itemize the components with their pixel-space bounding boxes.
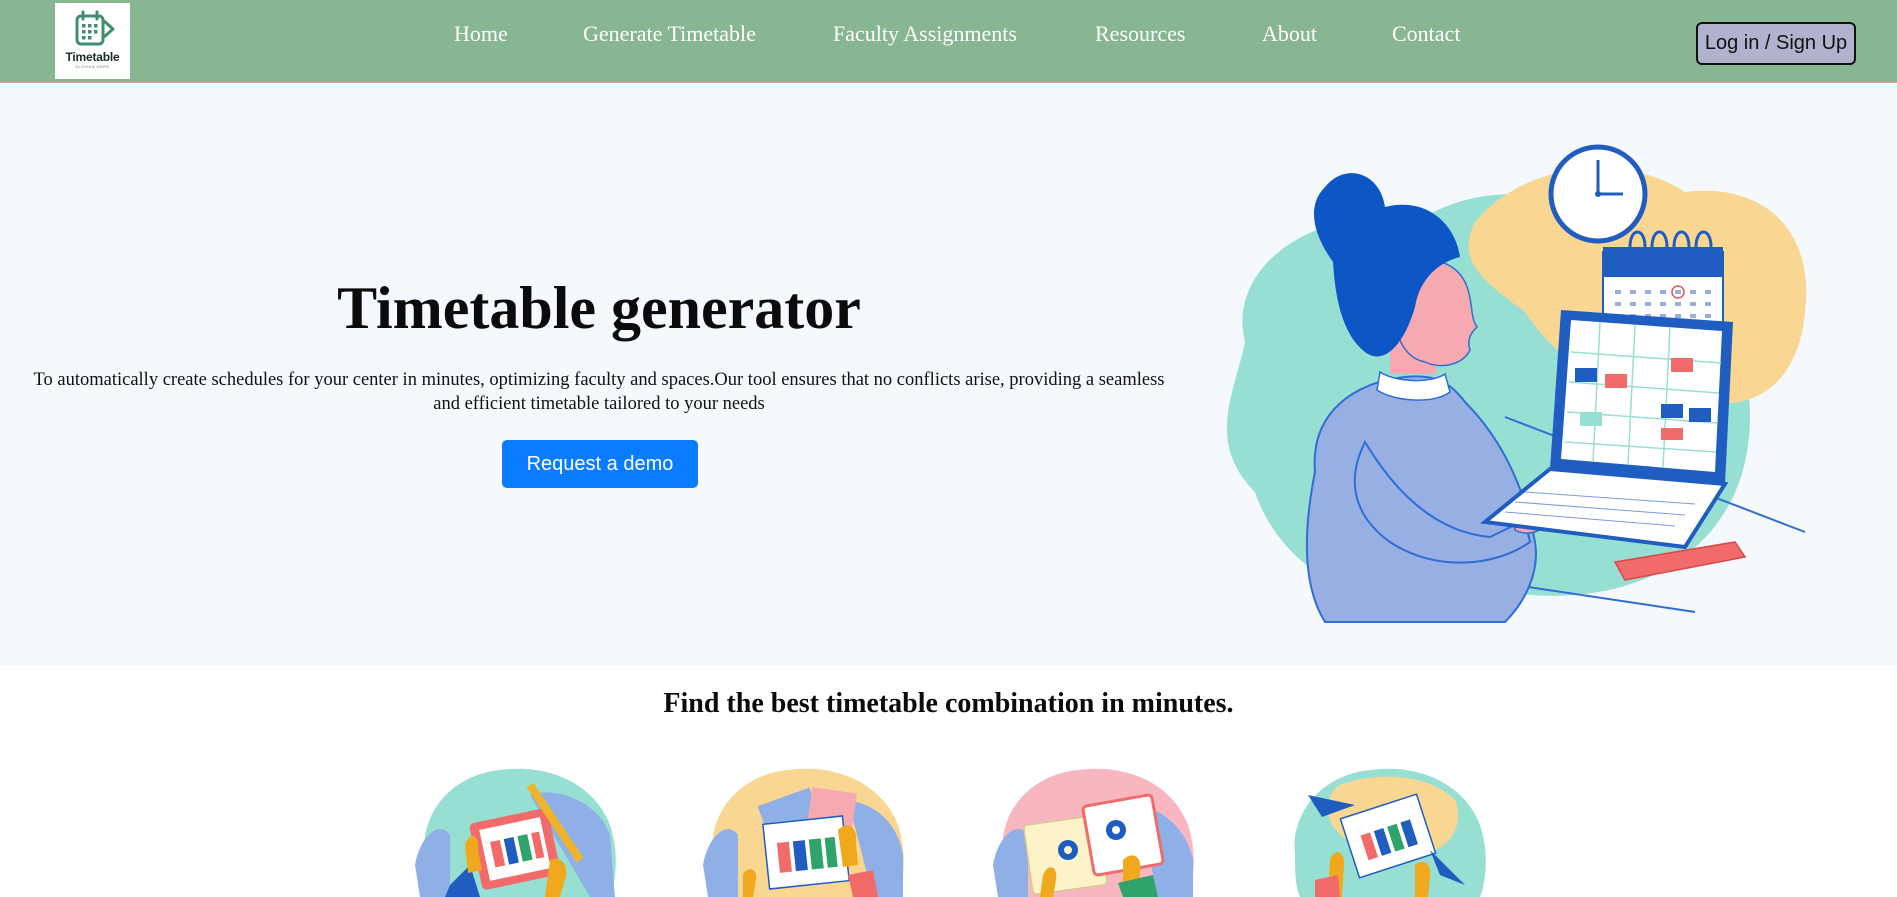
- brand-logo[interactable]: Timetable SLOGAN HERE: [55, 3, 130, 79]
- hero-description: To automatically create schedules for yo…: [33, 370, 1165, 414]
- settings-gears-illustration-icon: [993, 768, 1194, 897]
- login-signup-button[interactable]: Log in / Sign Up: [1696, 22, 1856, 65]
- person-at-laptop-illustration: [1226, 144, 1807, 623]
- features-title: Find the best timetable combination in m…: [663, 688, 1234, 719]
- documents-timetable-illustration-icon: [703, 768, 904, 897]
- nav-link-contact[interactable]: Contact: [1392, 21, 1460, 47]
- feature-paper-plane-timetable: [1280, 765, 1490, 897]
- nav-link-about[interactable]: About: [1262, 21, 1317, 47]
- nav-link-generate-timetable[interactable]: Generate Timetable: [583, 21, 756, 47]
- request-demo-button[interactable]: Request a demo: [502, 440, 698, 488]
- feature-tablet-timetable: [410, 765, 620, 897]
- nav-link-faculty-assignments[interactable]: Faculty Assignments: [833, 21, 1017, 47]
- logo-text: Timetable: [65, 50, 120, 64]
- tablet-timetable-illustration-icon: [415, 768, 616, 897]
- nav-link-resources[interactable]: Resources: [1095, 21, 1185, 47]
- hero-title: Timetable generator: [337, 275, 861, 341]
- hero-section: Timetable generator To automatically cre…: [0, 84, 1897, 665]
- calendar-logo-icon: [75, 10, 114, 46]
- top-navbar: Timetable SLOGAN HERE Home Generate Time…: [0, 0, 1897, 83]
- logo-slogan: SLOGAN HERE: [75, 64, 110, 69]
- paper-plane-timetable-illustration-icon: [1294, 768, 1486, 897]
- nav-link-home[interactable]: Home: [454, 21, 508, 47]
- feature-documents-timetable: [698, 765, 908, 897]
- feature-settings-gears: [988, 765, 1198, 897]
